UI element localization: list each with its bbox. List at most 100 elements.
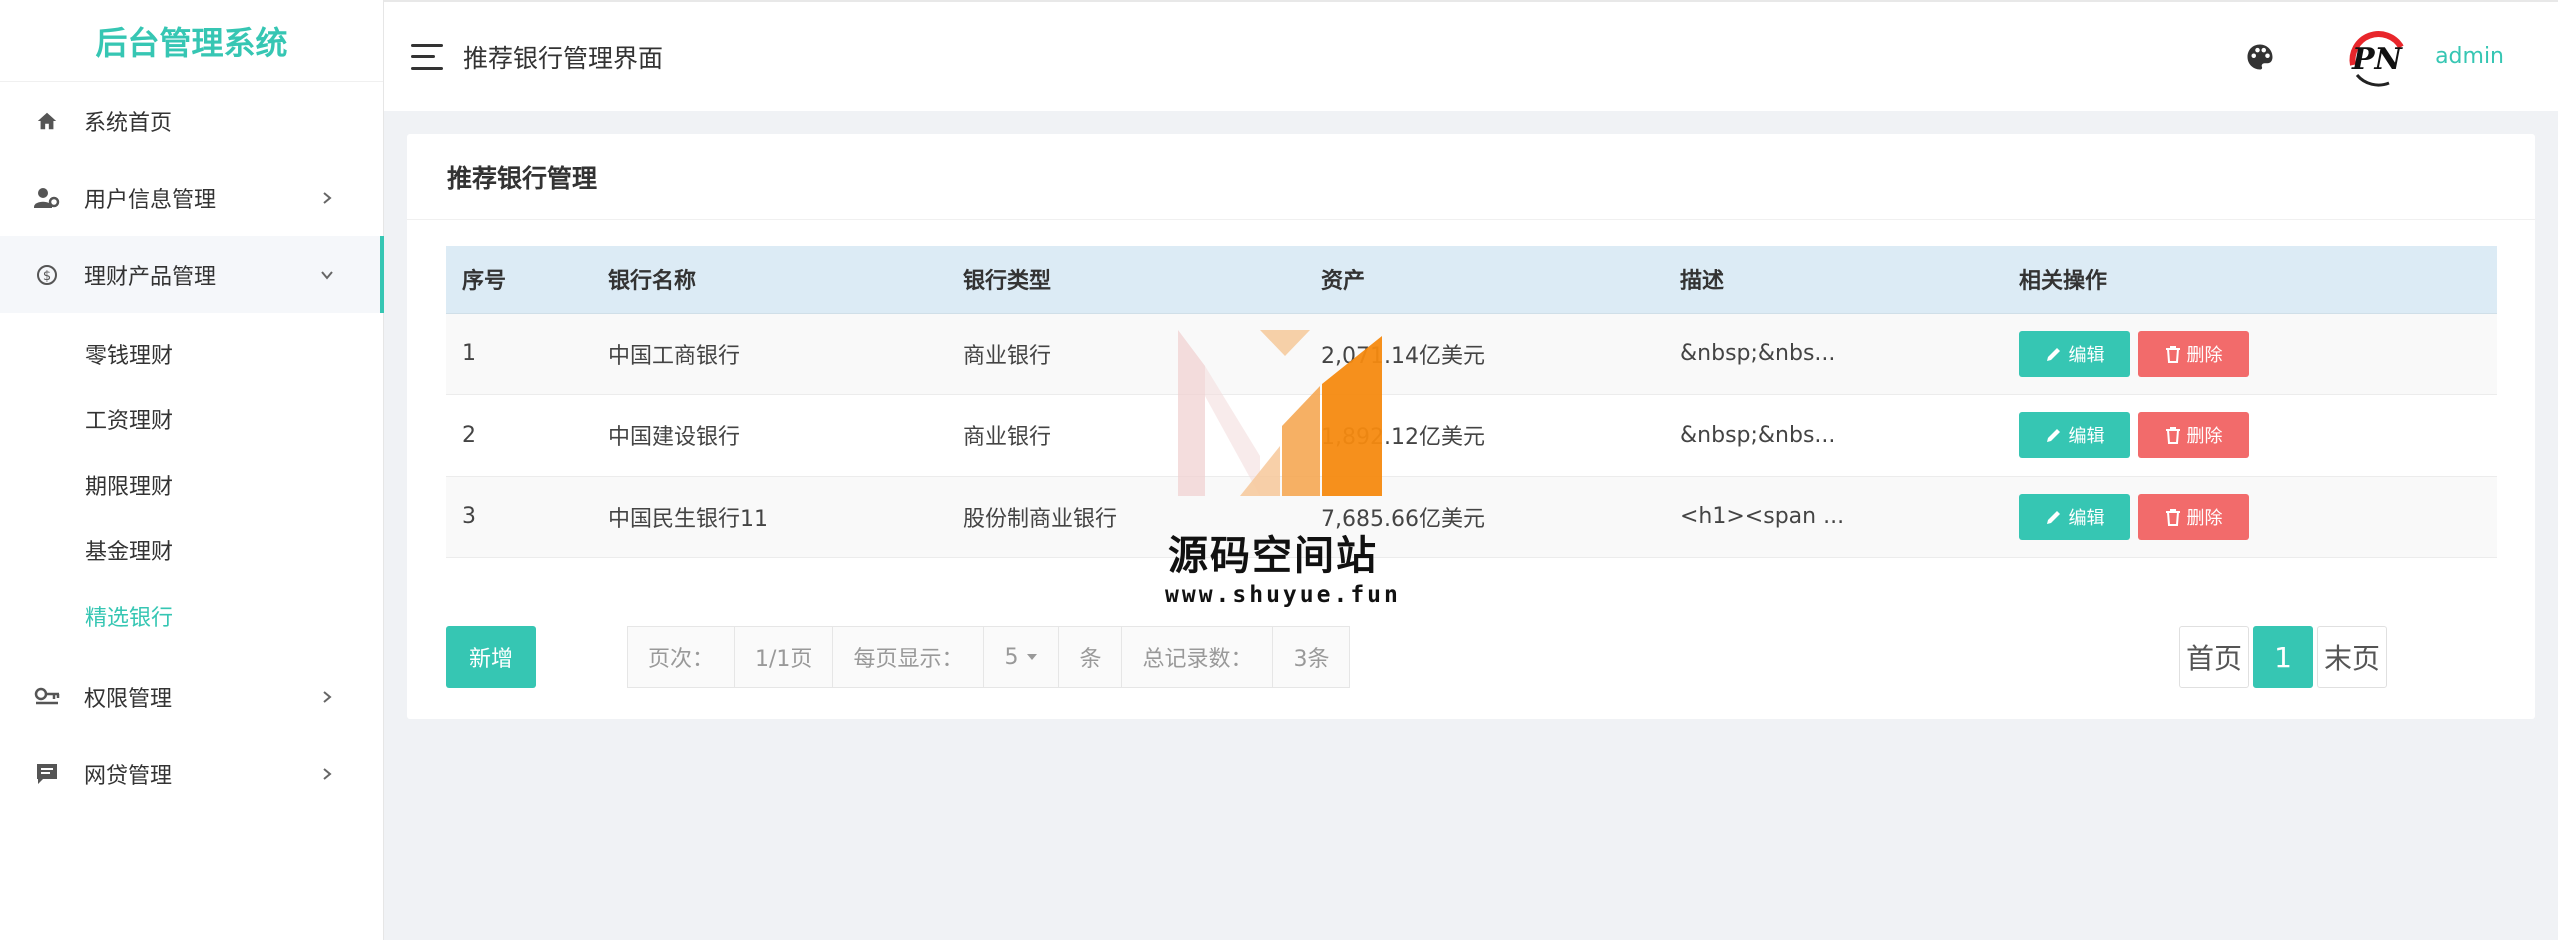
top-header: 推荐银行管理界面 PN admin xyxy=(384,0,2558,111)
column-header-desc: 描述 xyxy=(1664,246,2003,314)
pencil-icon xyxy=(2046,510,2060,524)
pagination-nav: 首页 1 末页 xyxy=(2178,626,2387,688)
edit-button[interactable]: 编辑 xyxy=(2019,330,2130,377)
delete-label: 删除 xyxy=(2186,426,2223,448)
delete-button[interactable]: 删除 xyxy=(2138,493,2249,540)
edit-label: 编辑 xyxy=(2068,344,2105,366)
palette-icon[interactable] xyxy=(2245,42,2275,72)
cell-assets: 2,071.14亿美元 xyxy=(1305,313,1664,395)
menu-toggle-icon[interactable] xyxy=(411,43,443,70)
cell-assets: 1,892.12亿美元 xyxy=(1305,394,1664,477)
sidebar-item-home[interactable]: 系统首页 xyxy=(0,82,383,159)
sidebar-item-finance[interactable]: $ 理财产品管理 xyxy=(0,236,384,313)
user-settings-icon xyxy=(34,185,60,211)
sidebar: 后台管理系统 系统首页 用户信息管理 $ 理财产品管理 零钱理财 工资理财 期限… xyxy=(0,0,384,940)
trash-icon xyxy=(2165,345,2180,363)
edit-label: 编辑 xyxy=(2068,507,2105,529)
cell-name: 中国民生银行11 xyxy=(592,476,947,558)
bank-table: 序号 银行名称 银行类型 资产 描述 相关操作 1 中国工商银行 商业银行 2,… xyxy=(446,246,2497,558)
per-page-value: 5 xyxy=(1004,644,1019,670)
delete-label: 删除 xyxy=(2186,344,2223,366)
column-header-name: 银行名称 xyxy=(592,246,947,314)
sidebar-subitem-salary[interactable]: 工资理财 xyxy=(0,387,383,453)
column-header-assets: 资产 xyxy=(1305,246,1664,314)
table-row: 2 中国建设银行 商业银行 1,892.12亿美元 &nbsp;&nbs... … xyxy=(446,394,2497,477)
cell-name: 中国工商银行 xyxy=(592,313,947,395)
svg-text:$: $ xyxy=(43,269,51,284)
pagination-info: 页次： 1/1页 每页显示： 5 条 总记录数： 3条 xyxy=(627,626,1351,688)
per-page-select[interactable]: 5 xyxy=(984,627,1060,687)
header-actions: PN admin xyxy=(2245,2,2558,111)
cell-desc: <h1><span ... xyxy=(1664,476,2003,558)
add-button[interactable]: 新增 xyxy=(446,626,536,688)
cell-id: 2 xyxy=(446,394,592,477)
page-title: 推荐银行管理界面 xyxy=(463,43,664,73)
sidebar-item-label: 权限管理 xyxy=(84,687,173,712)
table-row: 3 中国民生银行11 股份制商业银行 7,685.66亿美元 <h1><span… xyxy=(446,476,2497,558)
current-page-button[interactable]: 1 xyxy=(2252,626,2313,688)
sidebar-item-label: 用户信息管理 xyxy=(84,187,217,213)
svg-text:PN: PN xyxy=(2351,42,2404,77)
trash-icon xyxy=(2165,508,2180,526)
sidebar-item-permissions[interactable]: 权限管理 xyxy=(0,659,383,736)
edit-button[interactable]: 编辑 xyxy=(2019,493,2130,540)
pencil-icon xyxy=(2046,429,2060,443)
edit-button[interactable]: 编辑 xyxy=(2019,412,2130,459)
table-header-row: 序号 银行名称 银行类型 资产 描述 相关操作 xyxy=(446,246,2497,314)
trash-icon xyxy=(2165,427,2180,445)
sidebar-subitem-change[interactable]: 零钱理财 xyxy=(0,321,383,387)
username-link[interactable]: admin xyxy=(2435,44,2504,69)
total-label: 总记录数： xyxy=(1122,627,1274,687)
sidebar-item-label: 网贷管理 xyxy=(84,764,173,789)
home-icon xyxy=(34,108,60,134)
sidebar-subitem-term[interactable]: 期限理财 xyxy=(0,452,383,518)
per-page-unit: 条 xyxy=(1059,627,1123,687)
sidebar-subitem-fund[interactable]: 基金理财 xyxy=(0,518,383,584)
table-row: 1 中国工商银行 商业银行 2,071.14亿美元 &nbsp;&nbs... … xyxy=(446,313,2497,395)
sidebar-subitem-banks[interactable]: 精选银行 xyxy=(0,583,383,649)
cell-desc: &nbsp;&nbs... xyxy=(1664,313,2003,395)
cell-actions: 编辑 删除 xyxy=(2003,476,2497,558)
sidebar-item-user-info[interactable]: 用户信息管理 xyxy=(0,159,383,236)
message-icon xyxy=(34,761,60,787)
column-header-actions: 相关操作 xyxy=(2003,246,2497,314)
avatar[interactable]: PN xyxy=(2345,25,2409,89)
finance-icon: $ xyxy=(34,262,60,288)
chevron-right-icon xyxy=(323,691,332,703)
delete-button[interactable]: 删除 xyxy=(2138,330,2249,377)
key-icon xyxy=(34,684,60,710)
cell-type: 商业银行 xyxy=(947,394,1305,477)
last-page-button[interactable]: 末页 xyxy=(2316,626,2387,688)
first-page-button[interactable]: 首页 xyxy=(2178,626,2249,688)
chevron-down-icon xyxy=(321,270,333,280)
card-title: 推荐银行管理 xyxy=(407,134,2535,220)
edit-label: 编辑 xyxy=(2068,426,2105,448)
caret-down-icon xyxy=(1027,654,1038,660)
sidebar-item-loans[interactable]: 网贷管理 xyxy=(0,736,383,813)
delete-label: 删除 xyxy=(2186,507,2223,529)
chevron-right-icon xyxy=(323,191,332,204)
cell-desc: &nbsp;&nbs... xyxy=(1664,394,2003,477)
watermark-name: 源码空间站 xyxy=(1168,533,1378,579)
cell-name: 中国建设银行 xyxy=(592,394,947,477)
sidebar-item-label: 理财产品管理 xyxy=(84,264,217,290)
cell-actions: 编辑 删除 xyxy=(2003,394,2497,477)
column-header-id: 序号 xyxy=(446,246,592,314)
sidebar-item-label: 系统首页 xyxy=(84,110,173,136)
app-title: 后台管理系统 xyxy=(0,0,383,82)
cell-actions: 编辑 删除 xyxy=(2003,313,2497,395)
finance-submenu: 零钱理财 工资理财 期限理财 基金理财 精选银行 xyxy=(0,313,383,659)
cell-id: 3 xyxy=(446,476,592,558)
watermark-url: www.shuyue.fun xyxy=(1165,582,1401,608)
column-header-type: 银行类型 xyxy=(947,246,1305,314)
cell-id: 1 xyxy=(446,313,592,395)
cell-type: 商业银行 xyxy=(947,313,1305,395)
page-value: 1/1页 xyxy=(735,627,834,687)
per-page-label: 每页显示： xyxy=(833,627,985,687)
page-label: 页次： xyxy=(628,627,736,687)
bank-management-card: 推荐银行管理 序号 银行名称 银行类型 资产 描述 相关操作 1 中国工商银行 … xyxy=(407,134,2535,719)
delete-button[interactable]: 删除 xyxy=(2138,412,2249,459)
pencil-icon xyxy=(2046,347,2060,361)
chevron-right-icon xyxy=(323,768,332,780)
total-value: 3条 xyxy=(1293,647,1330,672)
